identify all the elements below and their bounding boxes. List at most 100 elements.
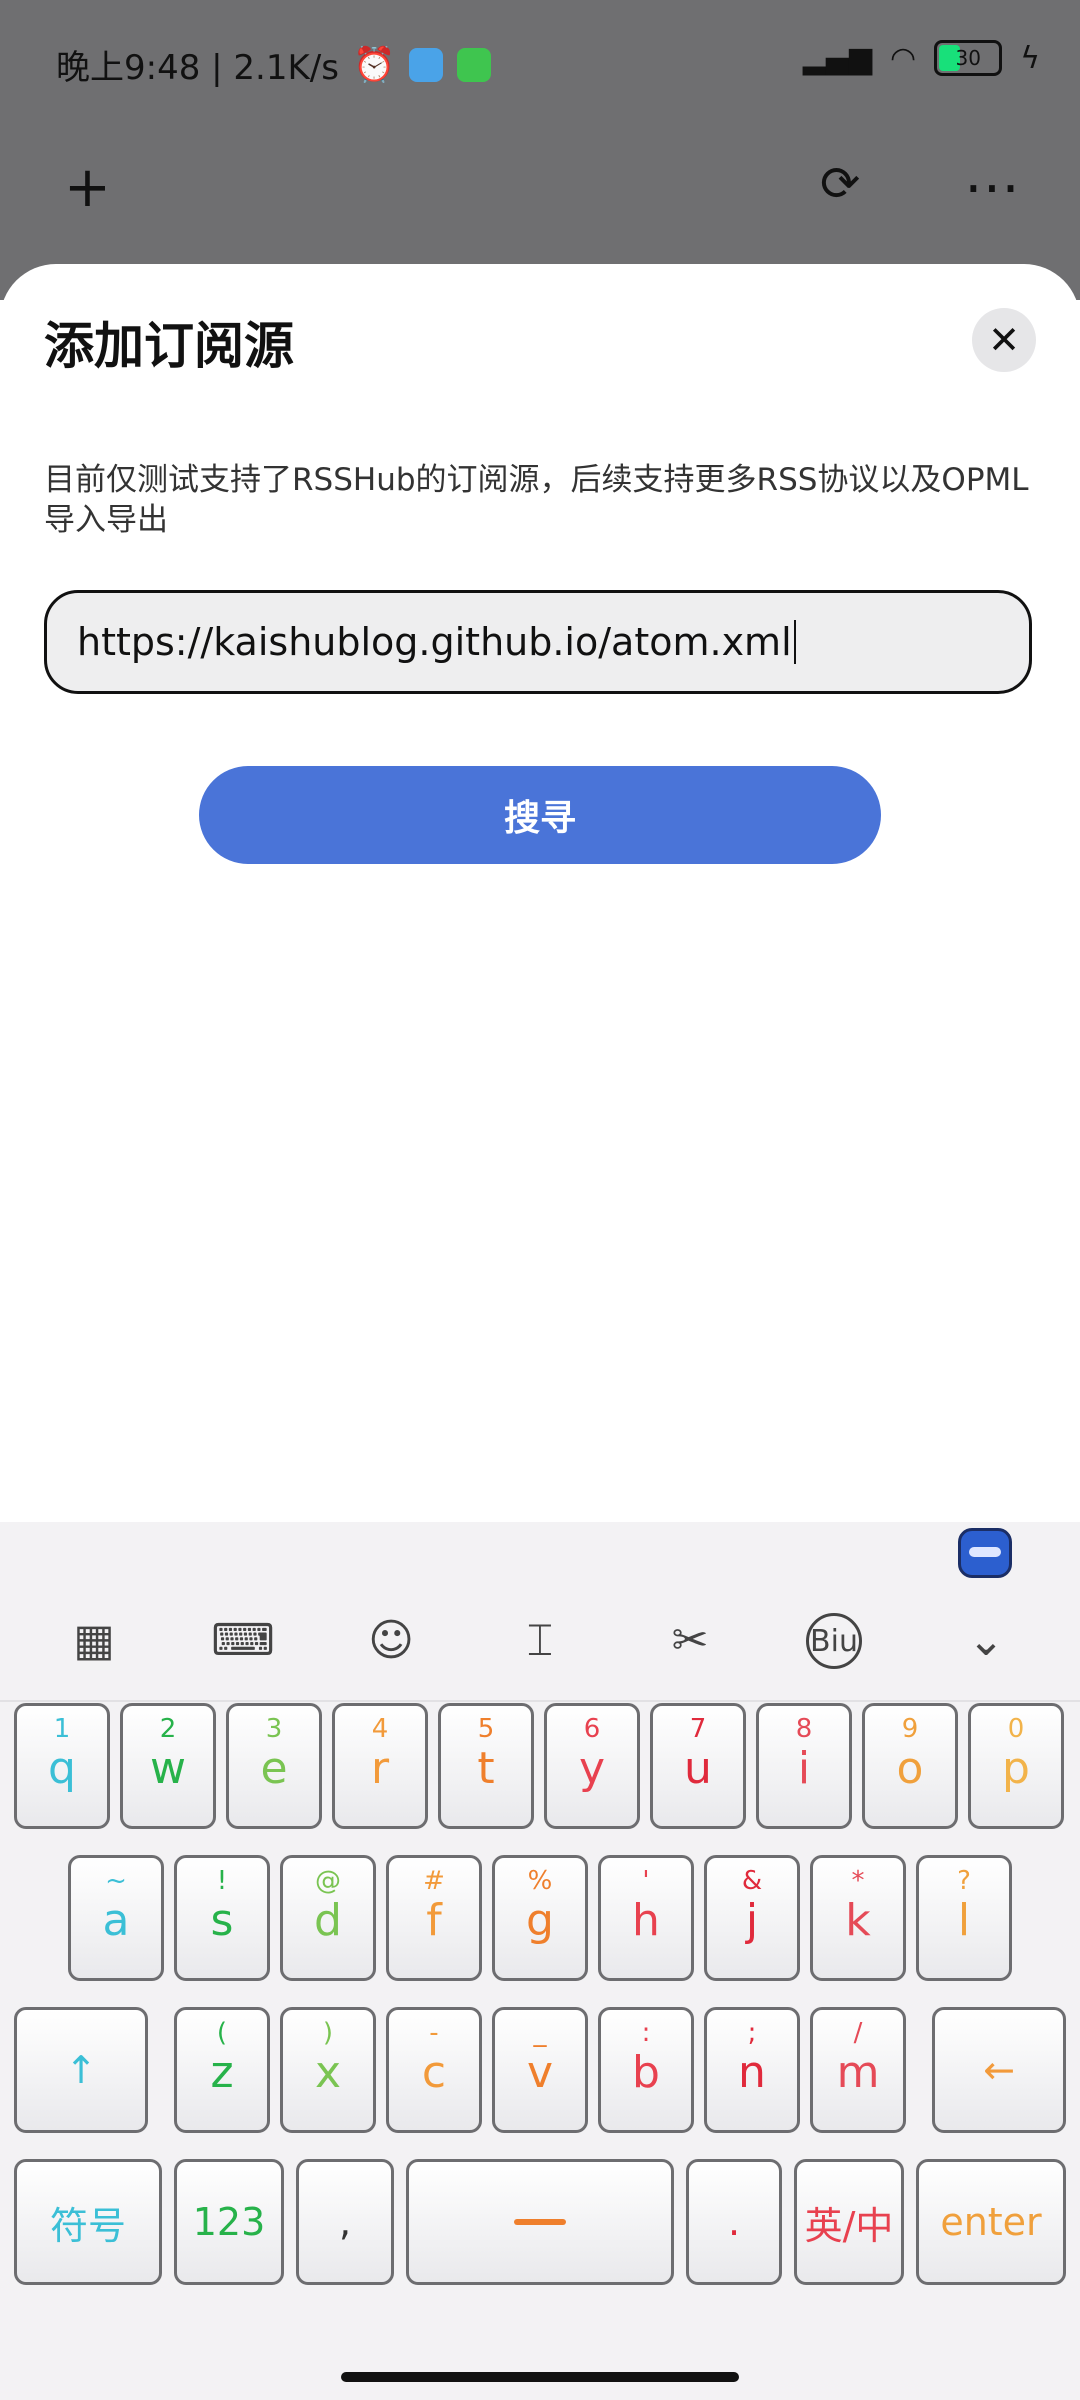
key-primary-label: f xyxy=(426,1895,442,1946)
backspace-key[interactable]: ← xyxy=(932,2007,1066,2133)
key-v[interactable]: _ v xyxy=(492,2007,588,2133)
key-o[interactable]: 9o xyxy=(862,1703,958,1829)
key-primary-label: x xyxy=(314,2047,342,2098)
key-primary-label: d xyxy=(314,1895,342,1946)
key-secondary-label: / xyxy=(853,2018,863,2048)
search-button[interactable]: 搜寻 xyxy=(199,766,881,864)
clipboard-icon[interactable]: ✂ xyxy=(660,1610,720,1670)
collapse-keyboard-icon[interactable]: ⌄ xyxy=(956,1610,1016,1670)
key-primary-label: a xyxy=(102,1895,130,1946)
key-primary-label: l xyxy=(957,1895,971,1946)
key-secondary-label: 1 xyxy=(53,1714,71,1744)
enter-key-label: enter xyxy=(940,2200,1042,2244)
comma-key-label: , xyxy=(338,2200,352,2244)
shift-key[interactable]: ↑ xyxy=(14,2007,148,2133)
key-t[interactable]: 5t xyxy=(438,1703,534,1829)
key-secondary-label: 5 xyxy=(477,1714,495,1744)
key-f[interactable]: # f xyxy=(386,1855,482,1981)
key-secondary-label: ? xyxy=(957,1866,971,1896)
key-primary-label: q xyxy=(48,1743,76,1794)
key-primary-label: m xyxy=(836,2047,880,2098)
key-m[interactable]: / m xyxy=(810,2007,906,2133)
key-primary-label: y xyxy=(578,1743,606,1794)
key-primary-label: c xyxy=(421,2047,447,2098)
key-secondary-label: # xyxy=(423,1866,445,1896)
app-toolbar: + ⟳ ⋯ xyxy=(0,140,1080,230)
key-secondary-label: ) xyxy=(322,2018,334,2048)
key-primary-label: w xyxy=(150,1743,186,1794)
key-secondary-label: ' xyxy=(642,1866,650,1896)
home-indicator[interactable] xyxy=(341,2372,739,2382)
key-h[interactable]: ' h xyxy=(598,1855,694,1981)
key-primary-label: p xyxy=(1002,1743,1030,1794)
space-key[interactable] xyxy=(406,2159,674,2285)
key-secondary-label: ! xyxy=(216,1866,228,1896)
more-icon[interactable]: ⋯ xyxy=(964,160,1020,216)
key-q[interactable]: 1q xyxy=(14,1703,110,1829)
key-primary-label: s xyxy=(210,1895,234,1946)
app-notification-icon xyxy=(409,47,444,82)
url-input[interactable]: https://kaishublog.github.io/atom.xml xyxy=(44,590,1032,694)
comma-key[interactable]: , xyxy=(296,2159,394,2285)
key-e[interactable]: 3e xyxy=(226,1703,322,1829)
key-secondary-label: & xyxy=(741,1866,763,1896)
language-switch-key[interactable]: 英/中 xyxy=(794,2159,904,2285)
keyboard-icon[interactable]: ⌨ xyxy=(211,1610,275,1670)
key-r[interactable]: 4r xyxy=(332,1703,428,1829)
key-g[interactable]: % g xyxy=(492,1855,588,1981)
numbers-key[interactable]: 123 xyxy=(174,2159,284,2285)
biu-icon[interactable]: Biu xyxy=(806,1613,862,1669)
period-key[interactable]: . xyxy=(686,2159,782,2285)
apps-grid-icon[interactable]: ▦ xyxy=(64,1610,124,1670)
signal-icon: ▂▄▆ xyxy=(802,40,873,76)
symbols-key[interactable]: 符号 xyxy=(14,2159,162,2285)
enter-key[interactable]: enter xyxy=(916,2159,1066,2285)
key-secondary-label: 0 xyxy=(1007,1714,1025,1744)
refresh-icon[interactable]: ⟳ xyxy=(820,160,860,208)
key-primary-label: k xyxy=(845,1895,871,1946)
key-secondary-label: % xyxy=(527,1866,553,1896)
alarm-icon: ⏰ xyxy=(352,44,396,85)
key-d[interactable]: @ d xyxy=(280,1855,376,1981)
key-j[interactable]: & j xyxy=(704,1855,800,1981)
period-key-label: . xyxy=(727,2200,741,2244)
key-secondary-label: * xyxy=(851,1866,865,1896)
keyboard-mascot-icon[interactable] xyxy=(958,1528,1012,1578)
status-time: 晚上9:48 | 2.1K/s xyxy=(56,48,339,88)
close-icon[interactable]: ✕ xyxy=(972,308,1036,372)
backspace-key-label: ← xyxy=(983,2048,1015,2092)
key-secondary-label: ( xyxy=(216,2018,228,2048)
key-u[interactable]: 7u xyxy=(650,1703,746,1829)
key-secondary-label: ; xyxy=(747,2018,757,2048)
status-left: 晚上9:48 | 2.1K/s ⏰ xyxy=(56,40,492,89)
key-n[interactable]: ; n xyxy=(704,2007,800,2133)
key-primary-label: v xyxy=(526,2047,554,2098)
language-switch-key-label: 英/中 xyxy=(804,2203,894,2248)
key-primary-label: o xyxy=(896,1743,924,1794)
wifi-icon: ◠ xyxy=(890,40,917,76)
key-p[interactable]: 0p xyxy=(968,1703,1064,1829)
key-secondary-label: 7 xyxy=(689,1714,707,1744)
key-s[interactable]: ! s xyxy=(174,1855,270,1981)
key-secondary-label: 3 xyxy=(265,1714,283,1744)
key-b[interactable]: :b xyxy=(598,2007,694,2133)
key-c[interactable]: -c xyxy=(386,2007,482,2133)
key-primary-label: r xyxy=(370,1743,390,1794)
key-z[interactable]: (z xyxy=(174,2007,270,2133)
shift-key-label: ↑ xyxy=(65,2048,97,2092)
symbols-key-label: 符号 xyxy=(49,2203,126,2248)
key-x[interactable]: ) x xyxy=(280,2007,376,2133)
add-icon[interactable]: + xyxy=(64,160,111,216)
key-a[interactable]: ~ a xyxy=(68,1855,164,1981)
key-l[interactable]: ? l xyxy=(916,1855,1012,1981)
key-k[interactable]: * k xyxy=(810,1855,906,1981)
numbers-key-label: 123 xyxy=(192,2200,266,2244)
key-i[interactable]: 8i xyxy=(756,1703,852,1829)
dialog-description: 目前仅测试支持了RSSHub的订阅源，后续支持更多RSS协议以及OPML导入导出 xyxy=(44,462,1029,538)
key-secondary-label: _ xyxy=(533,2018,547,2048)
cursor-icon[interactable]: ⌶ xyxy=(510,1610,570,1670)
key-y[interactable]: 6y xyxy=(544,1703,640,1829)
emoji-icon[interactable]: ☺ xyxy=(361,1610,421,1670)
key-w[interactable]: 2w xyxy=(120,1703,216,1829)
key-primary-label: t xyxy=(477,1743,495,1794)
